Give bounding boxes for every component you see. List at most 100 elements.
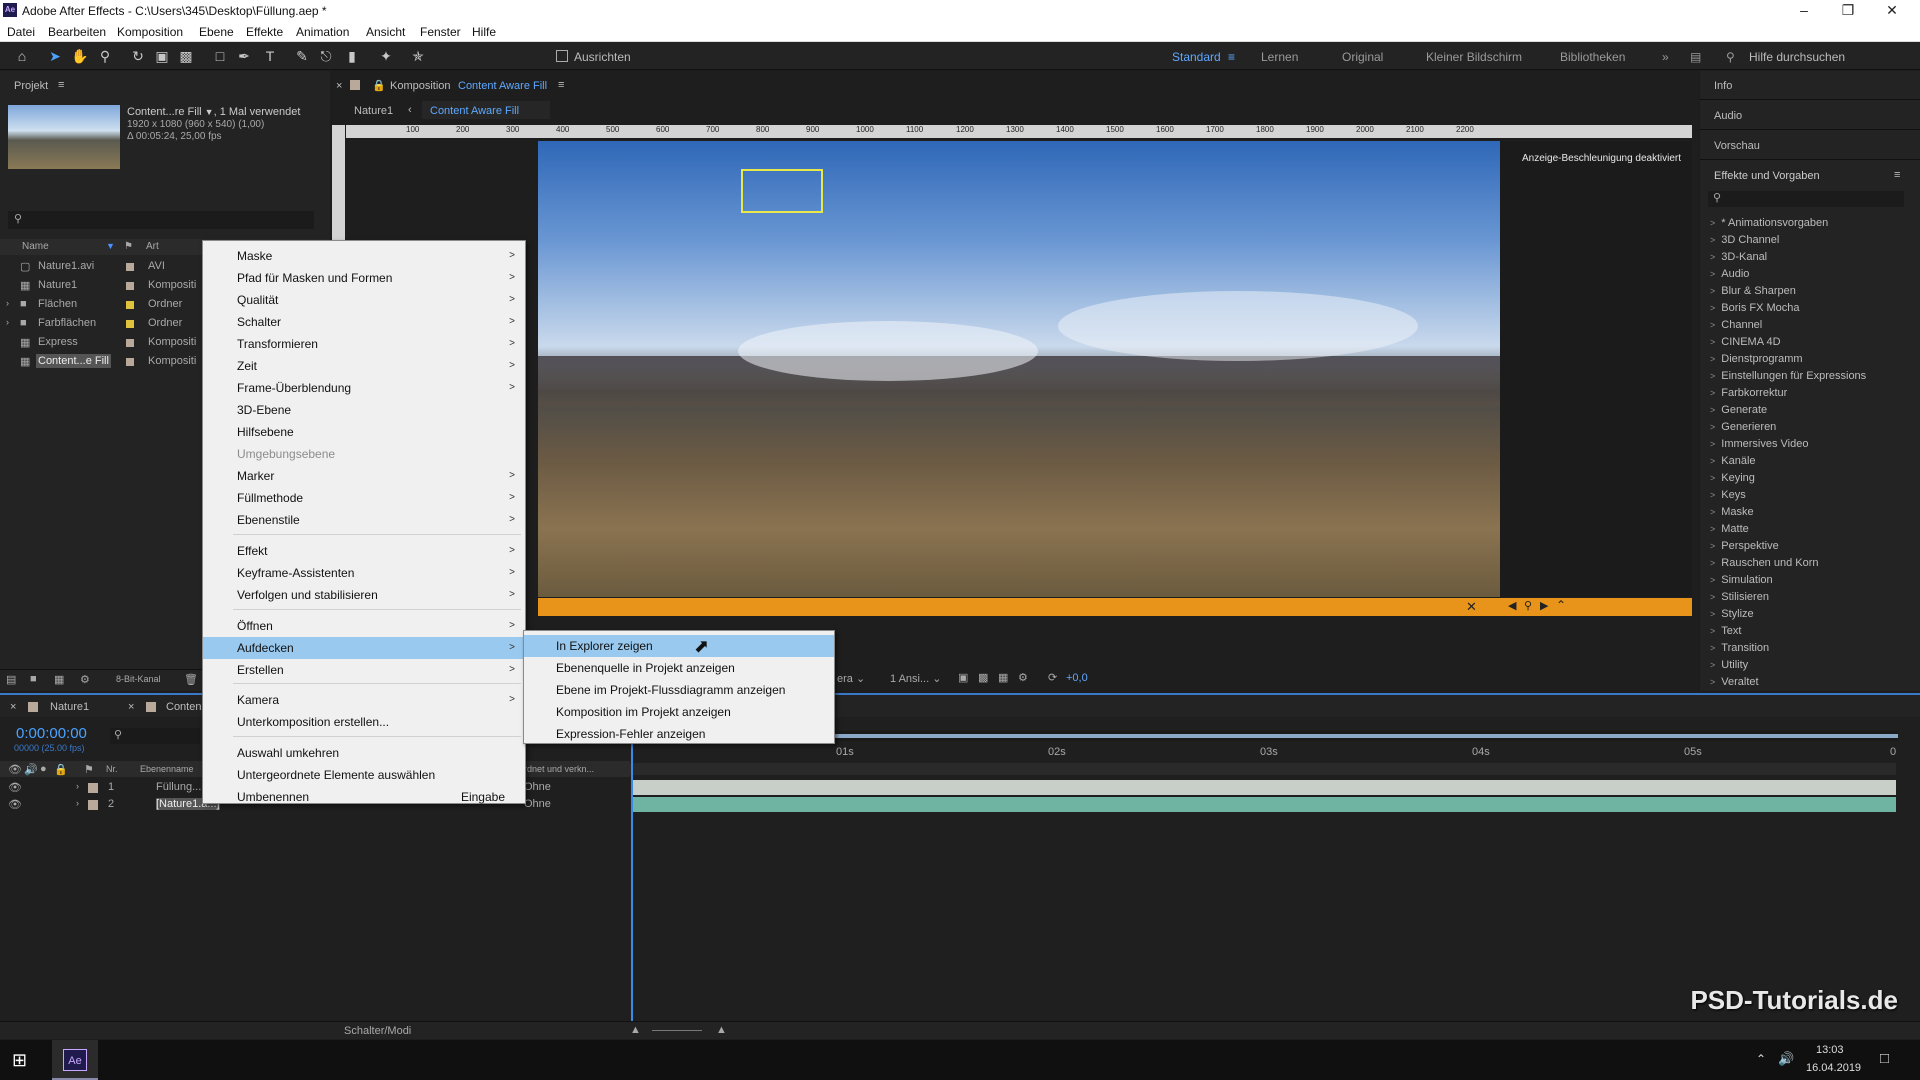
- submenu-item[interactable]: Ebene im Projekt-Flussdiagramm anzeigen: [524, 679, 834, 701]
- hand-tool-icon[interactable]: ✋: [70, 47, 90, 65]
- camera-select[interactable]: era ⌄: [837, 672, 865, 685]
- rectangle-tool-icon[interactable]: □: [210, 47, 230, 65]
- context-menu-item[interactable]: Frame-Überblendung >: [203, 377, 525, 399]
- clock-time[interactable]: 13:03: [1816, 1044, 1844, 1056]
- effect-category[interactable]: > Matte: [1710, 523, 1749, 535]
- context-menu-item[interactable]: Auswahl umkehren: [203, 742, 525, 764]
- info-panel-tab[interactable]: Info: [1714, 80, 1732, 92]
- trash-icon[interactable]: 🗑: [184, 673, 198, 686]
- collapse-icon[interactable]: ⌃: [1556, 598, 1566, 612]
- close-icon[interactable]: ✕: [1870, 0, 1914, 22]
- effect-category[interactable]: > Einstellungen für Expressions: [1710, 370, 1866, 382]
- workspace-menu-icon[interactable]: ≡: [1228, 50, 1235, 64]
- volume-icon[interactable]: 🔊: [1778, 1051, 1794, 1067]
- menu-ebene[interactable]: Ebene: [199, 25, 234, 39]
- context-menu-item[interactable]: Maske >: [203, 245, 525, 267]
- tab-nature1[interactable]: Nature1: [50, 701, 89, 713]
- effect-category[interactable]: > Dienstprogramm: [1710, 353, 1803, 365]
- effect-category[interactable]: > Blur & Sharpen: [1710, 285, 1796, 297]
- eraser-tool-icon[interactable]: ▮: [342, 47, 362, 65]
- panel-toggle-icon[interactable]: ▤: [1690, 50, 1701, 64]
- reset-exposure-icon[interactable]: ⟳: [1048, 671, 1057, 684]
- effect-category[interactable]: > Generieren: [1710, 421, 1776, 433]
- effect-category[interactable]: >3D-Kanal: [1710, 251, 1767, 263]
- context-menu-item[interactable]: Effekt >: [203, 540, 525, 562]
- context-menu-item[interactable]: Schalter >: [203, 311, 525, 333]
- submenu-item[interactable]: In Explorer zeigen: [524, 635, 834, 657]
- workspace-kleiner-bildschirm[interactable]: Kleiner Bildschirm: [1426, 50, 1522, 64]
- context-menu-item[interactable]: Umgebungsebene: [203, 443, 525, 465]
- zoom-in-icon[interactable]: ▲: [716, 1024, 727, 1036]
- effect-category[interactable]: > Veraltet: [1710, 676, 1759, 688]
- close-icon[interactable]: ×: [128, 701, 134, 713]
- puppet-tool-icon[interactable]: ✯: [408, 47, 428, 65]
- context-menu-item[interactable]: Keyframe-Assistenten >: [203, 562, 525, 584]
- effect-category[interactable]: > CINEMA 4D: [1710, 336, 1781, 348]
- context-menu-item[interactable]: 3D-Ebene: [203, 399, 525, 421]
- context-menu-item[interactable]: Füllmethode >: [203, 487, 525, 509]
- workspace-original[interactable]: Original: [1342, 50, 1383, 64]
- context-menu-item[interactable]: Erstellen >: [203, 659, 525, 681]
- interpret-footage-icon[interactable]: ▤: [6, 673, 16, 686]
- tray-up-icon[interactable]: ⌃: [1756, 1052, 1766, 1066]
- context-menu-item[interactable]: Aufdecken >: [203, 637, 525, 659]
- new-comp-icon[interactable]: ▦: [54, 673, 64, 686]
- preview-panel-tab[interactable]: Vorschau: [1714, 140, 1760, 152]
- menu-fenster[interactable]: Fenster: [420, 25, 461, 39]
- breadcrumb-current[interactable]: Content Aware Fill: [422, 101, 550, 119]
- close-icon[interactable]: ×: [10, 701, 16, 713]
- more-workspaces-icon[interactable]: »: [1662, 50, 1669, 64]
- workspace-standard[interactable]: Standard: [1172, 50, 1221, 64]
- effect-category[interactable]: > Audio: [1710, 268, 1749, 280]
- views-select[interactable]: 1 Ansi... ⌄: [890, 672, 941, 685]
- composition-viewer[interactable]: [538, 141, 1500, 597]
- timeline-search-input[interactable]: ⚲: [110, 728, 200, 744]
- menu-ansicht[interactable]: Ansicht: [366, 25, 405, 39]
- submenu-item[interactable]: Komposition im Projekt anzeigen: [524, 701, 834, 723]
- context-menu-item[interactable]: Zeit >: [203, 355, 525, 377]
- layer-bar[interactable]: [632, 780, 1896, 795]
- context-menu-item[interactable]: Transformieren >: [203, 333, 525, 355]
- restore-icon[interactable]: ❐: [1826, 0, 1870, 22]
- layer-bar[interactable]: [632, 797, 1896, 812]
- menu-komposition[interactable]: Komposition: [117, 25, 183, 39]
- minimize-icon[interactable]: –: [1782, 0, 1826, 22]
- workspace-bibliotheken[interactable]: Bibliotheken: [1560, 50, 1625, 64]
- project-search-input[interactable]: ⚲: [8, 211, 314, 229]
- region-icon[interactable]: ▩: [978, 671, 988, 684]
- effect-category[interactable]: > Generate: [1710, 404, 1767, 416]
- zoom-slider[interactable]: [652, 1030, 702, 1031]
- mask-rectangle[interactable]: [741, 169, 823, 213]
- zoom-out-icon[interactable]: ▲: [630, 1024, 641, 1036]
- clone-stamp-icon[interactable]: ⎋: [316, 47, 336, 65]
- sort-icon[interactable]: ▼: [106, 241, 115, 251]
- menu-hilfe[interactable]: Hilfe: [472, 25, 496, 39]
- effect-category[interactable]: > Maske: [1710, 506, 1754, 518]
- zoom-tool-icon[interactable]: ⚲: [95, 47, 115, 65]
- toggle-switches-modes[interactable]: Schalter/Modi: [344, 1025, 411, 1037]
- playhead[interactable]: [631, 741, 633, 1031]
- search-icon[interactable]: ⚲: [1524, 599, 1532, 612]
- transparency-icon[interactable]: ▦: [998, 671, 1008, 684]
- context-menu-item[interactable]: Ebenenstile >: [203, 509, 525, 531]
- effect-category[interactable]: > Stylize: [1710, 608, 1754, 620]
- effect-category[interactable]: > Channel: [1710, 319, 1762, 331]
- effects-search-input[interactable]: ⚲: [1708, 191, 1904, 207]
- flowchart-icon[interactable]: ⚙: [80, 673, 90, 686]
- new-folder-icon[interactable]: ■: [30, 673, 37, 685]
- pen-tool-icon[interactable]: ✒: [234, 47, 254, 65]
- roto-brush-icon[interactable]: ✦: [376, 47, 396, 65]
- menu-animation[interactable]: Animation: [296, 25, 349, 39]
- rotate-tool-icon[interactable]: ↻: [128, 47, 148, 65]
- time-ruler[interactable]: 01s 02s 03s 04s 05s 0: [628, 743, 1898, 761]
- context-menu-item[interactable]: Unterkomposition erstellen...: [203, 711, 525, 733]
- menu-datei[interactable]: Datei: [7, 25, 35, 39]
- context-menu-item[interactable]: Umbenennen Eingabe: [203, 786, 525, 808]
- prev-icon[interactable]: ◀: [1508, 599, 1516, 612]
- bit-depth[interactable]: 8-Bit-Kanal: [116, 674, 161, 684]
- time-navigator[interactable]: [630, 763, 1896, 775]
- notifications-icon[interactable]: □: [1880, 1050, 1889, 1067]
- selection-tool-icon[interactable]: ➤: [45, 47, 65, 65]
- effect-category[interactable]: > Transition: [1710, 642, 1769, 654]
- context-menu-item[interactable]: Hilfsebene: [203, 421, 525, 443]
